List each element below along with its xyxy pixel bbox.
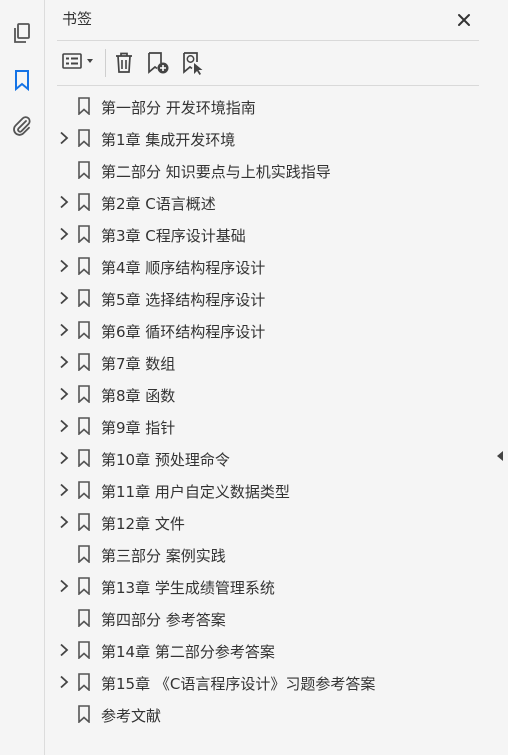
bookmark-item[interactable]: 第12章 文件 (45, 506, 492, 538)
bookmark-icon (77, 289, 91, 308)
panel-header: 书签 (45, 0, 492, 40)
bookmark-icon (77, 481, 91, 500)
bookmark-icon (77, 161, 91, 180)
bookmark-icon (77, 353, 91, 372)
bookmark-icon (77, 705, 91, 724)
expand-chevron-icon[interactable] (57, 642, 71, 658)
bookmark-label: 第1章 集成开发环境 (101, 131, 236, 149)
bookmark-item[interactable]: 第8章 函数 (45, 378, 492, 410)
bookmark-label: 第四部分 参考答案 (101, 611, 226, 629)
bookmark-icon (77, 641, 91, 660)
close-icon[interactable] (452, 8, 476, 32)
new-bookmark-icon[interactable] (144, 49, 172, 77)
pages-icon[interactable] (8, 20, 36, 48)
bookmark-icon (77, 577, 91, 596)
expand-chevron-icon[interactable] (57, 194, 71, 210)
bookmark-label: 第11章 用户自定义数据类型 (101, 483, 290, 501)
bookmark-label: 第9章 指针 (101, 419, 176, 437)
bookmark-item[interactable]: 第4章 顺序结构程序设计 (45, 250, 492, 282)
bookmark-item[interactable]: 第10章 预处理命令 (45, 442, 492, 474)
bookmark-item[interactable]: 第11章 用户自定义数据类型 (45, 474, 492, 506)
bookmark-label: 第2章 C语言概述 (101, 195, 216, 213)
expand-chevron-icon[interactable] (57, 450, 71, 466)
expand-chevron-icon[interactable] (57, 386, 71, 402)
bookmark-label: 第二部分 知识要点与上机实践指导 (101, 163, 331, 181)
bookmark-label: 第12章 文件 (101, 515, 185, 533)
bookmark-label: 第3章 C程序设计基础 (101, 227, 246, 245)
bookmark-label: 第13章 学生成绩管理系统 (101, 579, 275, 597)
bookmark-item[interactable]: 第四部分 参考答案 (45, 602, 492, 634)
bookmark-item[interactable]: 第13章 学生成绩管理系统 (45, 570, 492, 602)
bookmark-icon (77, 129, 91, 148)
collapse-panel-arrow-icon[interactable] (492, 440, 508, 472)
expand-chevron-icon[interactable] (57, 322, 71, 338)
expand-chevron-icon[interactable] (57, 354, 71, 370)
bookmark-icon (77, 449, 91, 468)
bookmark-icon (77, 673, 91, 692)
bookmark-item[interactable]: 第三部分 案例实践 (45, 538, 492, 570)
bookmark-item[interactable]: 第7章 数组 (45, 346, 492, 378)
expand-chevron-icon[interactable] (57, 482, 71, 498)
bookmark-icon (77, 609, 91, 628)
new-bookmark-from-structure-icon[interactable] (179, 49, 207, 77)
expand-chevron-icon[interactable] (57, 578, 71, 594)
attachments-icon[interactable] (8, 112, 36, 140)
toolbar-divider (105, 49, 106, 77)
options-menu-icon (61, 51, 97, 75)
expand-chevron-icon[interactable] (57, 418, 71, 434)
bookmark-label: 第7章 数组 (101, 355, 176, 373)
navigation-rail (0, 0, 45, 755)
bookmarks-panel: 书签 第一部分 开发环境指南 第1章 集成开发环境 第二部分 知识要点与上机实践… (45, 0, 492, 755)
bookmark-item[interactable]: 第14章 第二部分参考答案 (45, 634, 492, 666)
bookmark-label: 第4章 顺序结构程序设计 (101, 259, 266, 277)
bookmark-icon (77, 225, 91, 244)
bookmark-list: 第一部分 开发环境指南 第1章 集成开发环境 第二部分 知识要点与上机实践指导 … (45, 90, 492, 730)
expand-chevron-icon[interactable] (57, 290, 71, 306)
options-menu-button[interactable] (59, 49, 99, 77)
bookmark-item[interactable]: 第2章 C语言概述 (45, 186, 492, 218)
bookmark-icon (77, 257, 91, 276)
bookmark-item[interactable]: 第3章 C程序设计基础 (45, 218, 492, 250)
bookmark-label: 第14章 第二部分参考答案 (101, 643, 275, 661)
bookmark-item[interactable]: 参考文献 (45, 698, 492, 730)
bookmark-label: 第5章 选择结构程序设计 (101, 291, 266, 309)
bookmark-label: 第三部分 案例实践 (101, 547, 226, 565)
bookmark-label: 第一部分 开发环境指南 (101, 99, 256, 117)
bookmark-label: 参考文献 (101, 707, 162, 725)
bookmark-item[interactable]: 第9章 指针 (45, 410, 492, 442)
bookmark-item[interactable]: 第6章 循环结构程序设计 (45, 314, 492, 346)
expand-chevron-icon[interactable] (57, 674, 71, 690)
bookmark-label: 第6章 循环结构程序设计 (101, 323, 266, 341)
bookmark-icon (77, 193, 91, 212)
bookmark-item[interactable]: 第一部分 开发环境指南 (45, 90, 492, 122)
bookmarks-icon[interactable] (8, 66, 36, 94)
bookmark-icon (77, 97, 91, 116)
panel-title: 书签 (62, 10, 93, 28)
bookmark-icon (77, 513, 91, 532)
delete-bookmark-icon[interactable] (111, 49, 137, 77)
expand-chevron-icon[interactable] (57, 130, 71, 146)
bookmarks-toolbar (57, 40, 479, 86)
bookmark-item[interactable]: 第15章 《C语言程序设计》习题参考答案 (45, 666, 492, 698)
bookmark-icon (77, 321, 91, 340)
bookmark-label: 第15章 《C语言程序设计》习题参考答案 (101, 675, 376, 693)
expand-chevron-icon[interactable] (57, 514, 71, 530)
bookmark-icon (77, 385, 91, 404)
bookmark-item[interactable]: 第5章 选择结构程序设计 (45, 282, 492, 314)
bookmark-label: 第10章 预处理命令 (101, 451, 230, 469)
expand-chevron-icon[interactable] (57, 258, 71, 274)
bookmark-item[interactable]: 第1章 集成开发环境 (45, 122, 492, 154)
bookmark-icon (77, 417, 91, 436)
bookmark-item[interactable]: 第二部分 知识要点与上机实践指导 (45, 154, 492, 186)
bookmark-icon (77, 545, 91, 564)
bookmark-label: 第8章 函数 (101, 387, 176, 405)
expand-chevron-icon[interactable] (57, 226, 71, 242)
